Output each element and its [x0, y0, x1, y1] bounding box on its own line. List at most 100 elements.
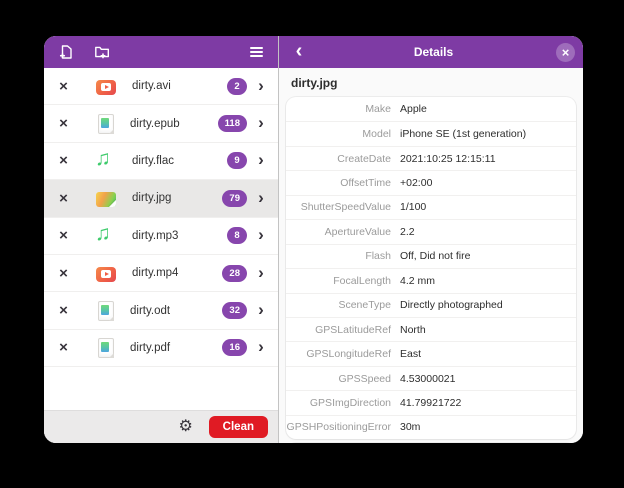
metadata-key: GPSImgDirection [309, 396, 391, 409]
remove-file-button[interactable] [56, 152, 71, 170]
metadata-key: FocalLength [333, 274, 391, 287]
details-body: dirty.jpg Make Apple Model iPhone SE (1s… [279, 68, 583, 443]
metadata-row: GPSSpeed 4.53000021 [286, 365, 576, 390]
file-type-icon [95, 223, 116, 246]
metadata-key: SceneType [338, 299, 391, 312]
chevron-right-icon [254, 228, 268, 243]
add-folder-icon [95, 46, 109, 59]
metadata-row: OffsetTime +02:00 [286, 170, 576, 194]
remove-file-button[interactable] [56, 77, 71, 95]
file-name: dirty.jpg [132, 192, 172, 205]
action-bar: Clean [44, 410, 278, 443]
metadata-row: Make Apple [286, 97, 576, 121]
file-row[interactable]: dirty.avi 2 [44, 68, 278, 106]
remove-file-button[interactable] [56, 227, 71, 245]
metadata-count-badge: 79 [222, 189, 247, 207]
remove-file-button[interactable] [56, 339, 71, 357]
metadata-value: iPhone SE (1st generation) [400, 128, 527, 141]
file-name: dirty.mp3 [132, 229, 179, 242]
metadata-row: GPSLongitudeRef East [286, 341, 576, 365]
remove-file-button[interactable] [56, 302, 71, 320]
clean-button[interactable]: Clean [208, 416, 268, 438]
metadata-key: CreateDate [337, 152, 391, 165]
metadata-value: Apple [400, 103, 427, 116]
file-type-icon [98, 113, 114, 134]
metadata-cleaner-window: dirty.avi 2 dirty.epub 118 dirty.flac [44, 36, 583, 443]
metadata-value: Off, Did not fire [400, 250, 471, 263]
details-title: Details [413, 45, 454, 59]
metadata-count-badge: 8 [227, 227, 247, 245]
file-row[interactable]: dirty.flac 9 [44, 143, 278, 181]
metadata-count-badge: 9 [227, 152, 247, 170]
metadata-count-badge: 16 [222, 339, 247, 357]
file-name: dirty.mp4 [132, 267, 179, 280]
metadata-key: ShutterSpeedValue [300, 201, 391, 214]
add-folder-button[interactable] [89, 40, 115, 64]
menu-button[interactable] [243, 40, 269, 64]
details-pane: Details dirty.jpg Make Apple Model iPhon… [278, 36, 583, 443]
file-type-icon [96, 266, 116, 282]
metadata-key: Flash [365, 250, 391, 263]
file-name: dirty.odt [130, 304, 171, 317]
metadata-value: Directly photographed [400, 299, 503, 312]
file-type-icon [95, 148, 116, 171]
file-name: dirty.flac [132, 154, 174, 167]
metadata-row: ShutterSpeedValue 1/100 [286, 194, 576, 219]
metadata-row: GPSHPositioningError 30m [286, 414, 576, 439]
metadata-key: GPSSpeed [338, 372, 391, 385]
file-row[interactable]: dirty.pdf 16 [44, 330, 278, 368]
metadata-count-badge: 28 [222, 264, 247, 282]
file-type-icon [96, 191, 116, 207]
file-type-icon [98, 300, 114, 321]
metadata-row: GPSImgDirection 41.79921722 [286, 390, 576, 414]
add-file-icon [59, 45, 72, 59]
details-header-bar: Details [279, 36, 583, 68]
metadata-row: ApertureValue 2.2 [286, 219, 576, 243]
menu-icon [249, 51, 263, 53]
close-details-button[interactable] [556, 42, 575, 62]
metadata-key: GPSLatitudeRef [315, 323, 391, 336]
metadata-key: ApertureValue [324, 225, 391, 238]
metadata-value: 4.53000021 [400, 372, 456, 385]
metadata-value: 30m [400, 421, 421, 434]
file-row[interactable]: dirty.mp4 28 [44, 255, 278, 293]
file-row[interactable]: dirty.mp3 8 [44, 218, 278, 255]
metadata-key: Make [365, 103, 391, 116]
metadata-value: North [400, 323, 426, 336]
file-type-icon [96, 79, 116, 95]
file-row[interactable]: dirty.epub 118 [44, 105, 278, 143]
metadata-key: GPSHPositioningError [286, 421, 391, 434]
metadata-value: 2021:10:25 12:15:11 [400, 152, 496, 165]
metadata-row: CreateDate 2021:10:25 12:15:11 [286, 145, 576, 170]
metadata-key: OffsetTime [340, 177, 391, 190]
metadata-value: 4.2 mm [400, 274, 436, 287]
metadata-row: GPSLatitudeRef North [286, 316, 576, 341]
metadata-key: GPSLongitudeRef [306, 348, 391, 361]
file-row[interactable]: dirty.odt 32 [44, 292, 278, 330]
chevron-right-icon [254, 116, 268, 131]
remove-file-button[interactable] [56, 115, 71, 133]
metadata-count-badge: 118 [217, 115, 247, 133]
remove-file-button[interactable] [56, 264, 71, 282]
metadata-count-badge: 32 [222, 302, 247, 320]
settings-button[interactable] [176, 417, 196, 437]
metadata-row: Flash Off, Did not fire [286, 243, 576, 268]
file-list: dirty.avi 2 dirty.epub 118 dirty.flac [44, 68, 278, 410]
chevron-right-icon [254, 191, 268, 206]
chevron-right-icon [254, 303, 268, 318]
chevron-right-icon [254, 340, 268, 355]
metadata-count-badge: 2 [227, 77, 247, 95]
file-list-pane: dirty.avi 2 dirty.epub 118 dirty.flac [44, 36, 278, 443]
metadata-value: East [400, 348, 422, 361]
chevron-right-icon [254, 79, 268, 94]
back-button[interactable] [287, 40, 311, 64]
metadata-key: Model [362, 128, 391, 141]
file-name: dirty.pdf [130, 341, 171, 354]
left-header-bar [44, 36, 278, 68]
remove-file-button[interactable] [56, 189, 71, 207]
metadata-row: Model iPhone SE (1st generation) [286, 121, 576, 145]
file-row[interactable]: dirty.jpg 79 [44, 180, 278, 218]
metadata-row: SceneType Directly photographed [286, 292, 576, 317]
add-files-button[interactable] [53, 40, 79, 64]
metadata-value: 1/100 [400, 201, 427, 214]
